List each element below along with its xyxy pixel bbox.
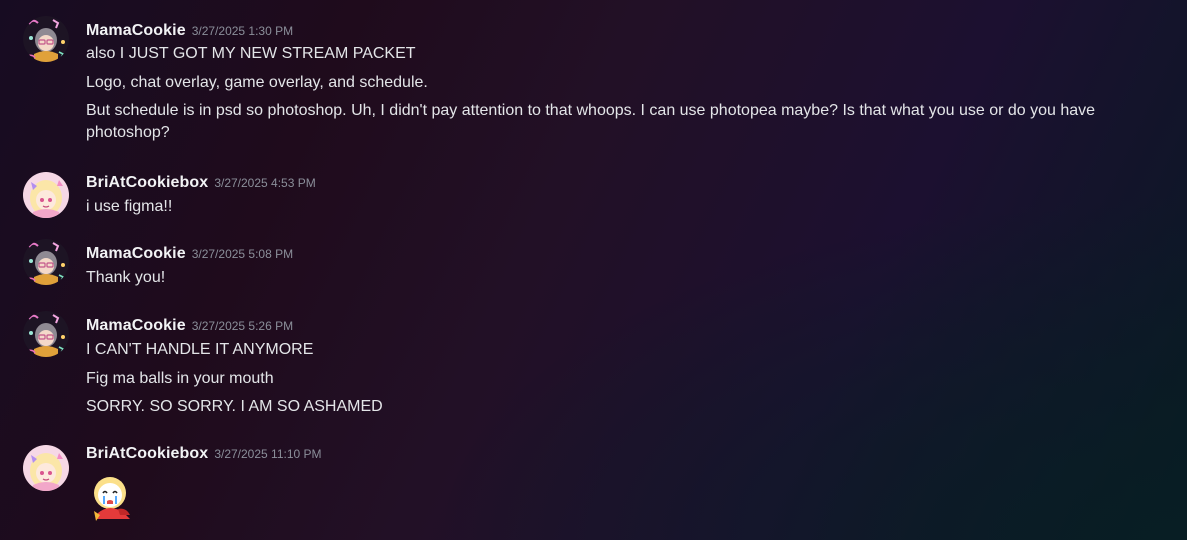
mamacookie-avatar-icon[interactable] (23, 16, 69, 62)
message-text: also I JUST GOT MY NEW STREAM PACKET (86, 45, 416, 62)
username[interactable]: BriAtCookiebox (86, 445, 208, 462)
message-text: i use figma!! (86, 198, 173, 215)
mamacookie-avatar-icon[interactable] (23, 239, 69, 285)
crying-character-emoji-icon[interactable] (88, 473, 140, 521)
message-header: BriAtCookiebox 3/27/2025 11:10 PM (86, 445, 322, 467)
username[interactable]: BriAtCookiebox (86, 174, 208, 191)
timestamp: 3/27/2025 4:53 PM (214, 176, 316, 190)
message-header: MamaCookie 3/27/2025 5:26 PM (86, 317, 293, 339)
briatcookiebox-avatar-icon[interactable] (23, 445, 69, 491)
timestamp: 3/27/2025 5:08 PM (191, 247, 294, 261)
message-text: Thank you! (86, 269, 166, 286)
username[interactable]: MamaCookie (86, 22, 186, 39)
mamacookie-avatar-icon[interactable] (23, 311, 69, 357)
username[interactable]: MamaCookie (86, 317, 186, 334)
timestamp: 3/27/2025 11:10 PM (214, 447, 322, 461)
timestamp: 3/27/2025 1:30 PM (191, 24, 294, 38)
message-text: I CAN'T HANDLE IT ANYMORE (86, 341, 314, 358)
message-text: Logo, chat overlay, game overlay, and sc… (86, 74, 428, 91)
message-text: SORRY. SO SORRY. I AM SO ASHAMED (86, 398, 383, 415)
briatcookiebox-avatar-icon[interactable] (23, 172, 69, 218)
message-text: But schedule is in psd so photoshop. Uh,… (86, 102, 1096, 141)
message-text: Fig ma balls in your mouth (86, 370, 274, 387)
username[interactable]: MamaCookie (86, 245, 186, 262)
timestamp: 3/27/2025 5:26 PM (191, 319, 294, 333)
message-header: MamaCookie 3/27/2025 5:08 PM (86, 245, 293, 267)
message-header: MamaCookie 3/27/2025 1:30 PM (86, 22, 293, 44)
chat-message-list: MamaCookie 3/27/2025 1:30 PM also I JUST … (0, 0, 1187, 540)
message-header: BriAtCookiebox 3/27/2025 4:53 PM (86, 174, 316, 196)
